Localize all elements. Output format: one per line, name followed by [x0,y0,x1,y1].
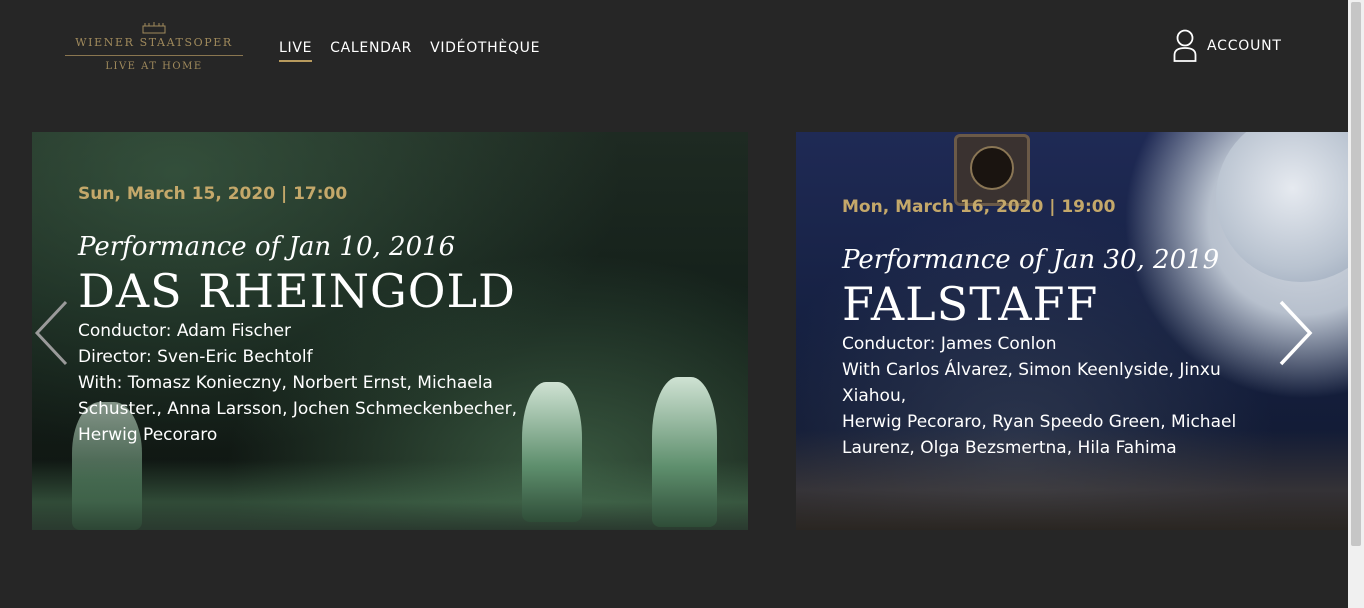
prev-slide-button[interactable] [34,300,68,366]
opera-title[interactable]: FALSTAFF [842,277,1282,331]
brand-tagline: LIVE AT HOME [105,61,203,72]
event-date: Mon, March 16, 2020 | 19:00 [842,197,1116,217]
next-slide-button[interactable] [1279,300,1313,366]
brand-logo[interactable]: WIENER STAATSOPER LIVE AT HOME [65,22,243,73]
credit-line: With Carlos Álvarez, Simon Keenlyside, J… [842,360,1221,406]
main-nav: LIVE CALENDAR VIDÉOTHÈQUE [279,40,558,62]
credit-line: With: Tomasz Konieczny, Norbert Ernst, M… [78,373,493,393]
nav-item-live[interactable]: LIVE [279,40,313,62]
performance-date: Performance of Jan 30, 2019 [842,245,1220,275]
slide-info: Mon, March 16, 2020 | 19:00 Performance … [842,197,1282,461]
slide-das-rheingold[interactable]: Sun, March 15, 2020 | 17:00 Performance … [32,132,748,530]
scrollbar-thumb[interactable] [1351,2,1361,546]
credit-line: Schuster., Anna Larsson, Jochen Schmecke… [78,399,518,419]
stage-figure [652,377,717,527]
account-link[interactable]: ACCOUNT [1173,29,1282,63]
chevron-left-icon [34,300,68,366]
stage-clock [954,134,1030,206]
page-scrollbar[interactable] [1348,0,1364,608]
chevron-right-icon [1279,300,1313,366]
nav-item-videotheque[interactable]: VIDÉOTHÈQUE [430,40,540,62]
account-label: ACCOUNT [1207,38,1282,54]
credit-line: Director: Sven-Eric Bechtolf [78,347,313,367]
opera-title[interactable]: DAS RHEINGOLD [78,264,518,318]
brand-divider [65,55,243,56]
credit-line: Herwig Pecoraro [78,425,218,445]
credit-line: Herwig Pecoraro, Ryan Speedo Green, Mich… [842,412,1237,432]
brand-name: WIENER STAATSOPER [75,36,233,49]
slide-falstaff[interactable]: Mon, March 16, 2020 | 19:00 Performance … [796,132,1348,530]
stage-figure [522,382,582,522]
nav-item-calendar[interactable]: CALENDAR [330,40,412,62]
credit-line: Laurenz, Olga Bezsmertna, Hila Fahima [842,438,1177,458]
event-date: Sun, March 15, 2020 | 17:00 [78,184,348,204]
user-icon [1173,29,1197,62]
credit-line: Conductor: Adam Fischer [78,321,292,341]
crown-icon [142,22,166,34]
credit-line: Conductor: James Conlon [842,334,1057,354]
slide-info: Sun, March 15, 2020 | 17:00 Performance … [78,184,518,448]
performance-date: Performance of Jan 10, 2016 [78,232,456,262]
